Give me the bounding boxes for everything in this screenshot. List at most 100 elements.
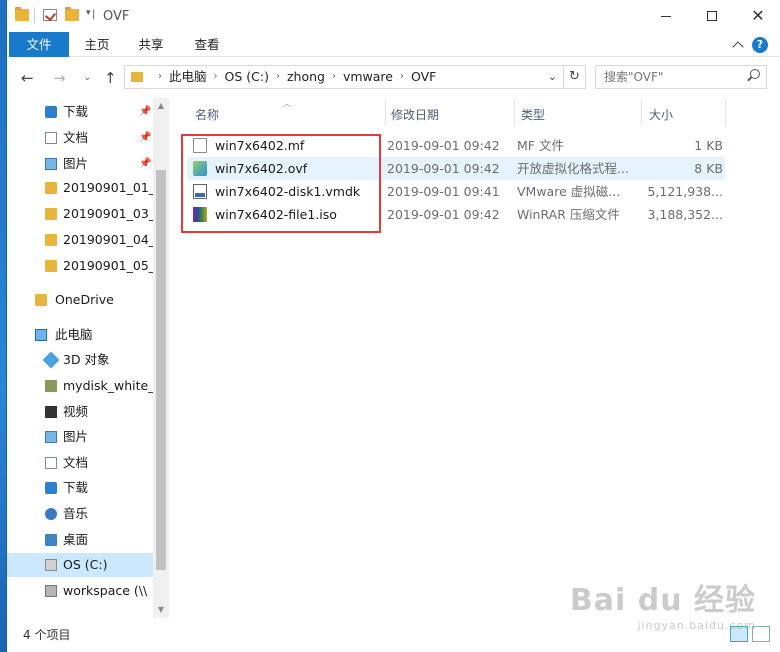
folder-icon bbox=[45, 208, 57, 220]
file-date: 2019-09-01 09:41 bbox=[387, 184, 500, 199]
breadcrumb-ovf[interactable]: OVF bbox=[411, 66, 436, 88]
tab-file[interactable]: 文件 bbox=[9, 32, 69, 57]
address-dropdown-icon[interactable]: ⌄ bbox=[548, 70, 557, 83]
column-divider[interactable] bbox=[514, 100, 515, 126]
table-row[interactable]: win7x6402-disk1.vmdk 2019-09-01 09:41 VMwa… bbox=[187, 180, 725, 203]
forward-arrow-icon[interactable]: → bbox=[53, 69, 66, 87]
file-name: win7x6402-disk1.vmdk bbox=[215, 184, 361, 199]
sidebar-item[interactable]: 20190901_05_ bbox=[7, 254, 153, 278]
properties-icon[interactable] bbox=[43, 9, 57, 21]
sidebar-item[interactable]: 文档 bbox=[7, 451, 153, 475]
breadcrumb-separator-icon[interactable]: › bbox=[151, 66, 169, 88]
sidebar-item[interactable]: 20190901_03_ bbox=[7, 202, 153, 226]
sidebar-item[interactable]: OneDrive bbox=[7, 288, 153, 312]
breadcrumb-separator-icon[interactable]: › bbox=[207, 66, 225, 88]
pc-icon bbox=[35, 329, 47, 341]
search-input[interactable] bbox=[596, 66, 736, 88]
close-button[interactable]: ✕ bbox=[735, 0, 780, 32]
collapse-ribbon-icon[interactable] bbox=[732, 41, 744, 53]
help-icon[interactable]: ? bbox=[752, 37, 768, 53]
network-drive-icon bbox=[45, 585, 57, 597]
scroll-thumb[interactable] bbox=[156, 170, 166, 570]
sidebar-item-label: mydisk_white_ bbox=[63, 378, 153, 393]
breadcrumb-os-c[interactable]: OS (C:) bbox=[225, 66, 269, 88]
column-divider[interactable] bbox=[725, 100, 726, 126]
drive-icon bbox=[45, 559, 57, 571]
sidebar-item[interactable]: 20190901_04_ bbox=[7, 228, 153, 252]
sidebar-item-label: OS (C:) bbox=[63, 557, 108, 572]
breadcrumb-separator-icon[interactable]: › bbox=[393, 66, 411, 88]
title-bar: ▾ | OVF ✕ bbox=[7, 0, 780, 32]
new-folder-icon[interactable] bbox=[65, 7, 79, 21]
sidebar-item[interactable]: 下载 bbox=[7, 476, 153, 500]
tab-share[interactable]: 共享 bbox=[127, 32, 175, 57]
sidebar-item[interactable]: 下载 📌 bbox=[7, 100, 153, 124]
table-row[interactable]: win7x6402.ovf 2019-09-01 09:42 开放虚拟化格式程...… bbox=[187, 157, 725, 180]
column-divider[interactable] bbox=[385, 100, 386, 126]
sidebar-item[interactable]: mydisk_white_ bbox=[7, 374, 153, 398]
maximize-button[interactable] bbox=[689, 0, 735, 32]
table-row[interactable]: win7x6402-file1.iso 2019-09-01 09:42 WinRA… bbox=[187, 203, 725, 226]
sidebar-scrollbar[interactable]: ▲ ▼ bbox=[153, 98, 169, 618]
breadcrumb-separator-icon[interactable]: › bbox=[269, 66, 287, 88]
tab-view[interactable]: 查看 bbox=[183, 32, 231, 57]
back-arrow-icon[interactable]: ← bbox=[21, 69, 34, 87]
sidebar-item-label: 视频 bbox=[63, 404, 89, 419]
up-arrow-icon[interactable]: ↑ bbox=[104, 69, 117, 87]
close-icon: ✕ bbox=[751, 6, 765, 25]
ribbon-tabs: 文件 主页 共享 查看 ? bbox=[7, 32, 780, 57]
column-header-size[interactable]: 大小 bbox=[649, 98, 719, 128]
scroll-up-icon[interactable]: ▲ bbox=[153, 98, 169, 114]
sidebar-item[interactable]: workspace (\\ bbox=[7, 579, 153, 603]
3d-objects-icon bbox=[42, 351, 60, 369]
file-list: ︿ 名称 修改日期 类型 大小 win7x6402.mf 2019-09-01 0… bbox=[169, 98, 780, 618]
breadcrumb-vmware[interactable]: vmware bbox=[343, 66, 393, 88]
file-name: win7x6402.ovf bbox=[215, 161, 308, 176]
address-bar[interactable]: › 此电脑 › OS (C:) › zhong › vmware › OVF ⌄… bbox=[124, 65, 586, 89]
column-divider[interactable] bbox=[641, 100, 642, 126]
sidebar-item[interactable]: 文档 📌 bbox=[7, 126, 153, 150]
sidebar-item[interactable]: 图片 bbox=[7, 425, 153, 449]
music-icon bbox=[45, 508, 57, 520]
pin-icon[interactable]: 📌 bbox=[139, 126, 151, 150]
customize-quick-access-icon[interactable]: ▾ bbox=[86, 8, 91, 18]
sidebar-item-label: 桌面 bbox=[63, 532, 89, 547]
search-icon[interactable] bbox=[746, 69, 760, 83]
sidebar-item[interactable]: 此电脑 bbox=[7, 323, 153, 347]
file-date: 2019-09-01 09:42 bbox=[387, 207, 500, 222]
tab-home[interactable]: 主页 bbox=[73, 32, 121, 57]
scroll-down-icon[interactable]: ▼ bbox=[153, 602, 169, 618]
pin-icon[interactable]: 📌 bbox=[139, 100, 151, 124]
pin-icon[interactable]: 📌 bbox=[139, 152, 151, 176]
column-header-type[interactable]: 类型 bbox=[521, 98, 631, 128]
sidebar-item-label: OneDrive bbox=[55, 292, 114, 307]
table-row[interactable]: win7x6402.mf 2019-09-01 09:42 MF 文件 1 KB bbox=[187, 134, 725, 157]
mf-file-icon bbox=[193, 138, 207, 153]
file-size: 5,121,938... bbox=[647, 184, 723, 199]
breadcrumb-zhong[interactable]: zhong bbox=[287, 66, 325, 88]
sidebar-item-label: 下载 bbox=[63, 480, 89, 495]
sidebar-item[interactable]: 图片 📌 bbox=[7, 152, 153, 176]
download-icon bbox=[45, 106, 57, 118]
minimize-button[interactable] bbox=[643, 0, 689, 32]
sidebar-item[interactable]: 桌面 bbox=[7, 528, 153, 552]
sidebar-item[interactable]: 20190901_01_ bbox=[7, 176, 153, 200]
sidebar-item[interactable]: 3D 对象 bbox=[7, 348, 153, 372]
navigation-bar: ← → ⌄ ↑ › 此电脑 › OS (C:) › zhong › vmware… bbox=[7, 58, 780, 98]
onedrive-icon bbox=[35, 294, 47, 306]
sidebar-item[interactable]: 视频 bbox=[7, 400, 153, 424]
search-box[interactable] bbox=[595, 65, 767, 89]
refresh-icon[interactable]: ↻ bbox=[563, 66, 585, 88]
large-icons-view-icon[interactable] bbox=[752, 626, 770, 642]
column-header-name[interactable]: 名称 bbox=[195, 98, 375, 128]
sidebar-item[interactable]: 音乐 bbox=[7, 502, 153, 526]
details-view-icon[interactable] bbox=[730, 626, 748, 642]
breadcrumb-separator-icon[interactable]: › bbox=[325, 66, 343, 88]
recent-locations-chevron-icon[interactable]: ⌄ bbox=[83, 72, 91, 83]
file-size: 8 KB bbox=[694, 161, 723, 176]
breadcrumb-this-pc[interactable]: 此电脑 bbox=[169, 66, 207, 88]
sidebar-item-label: 3D 对象 bbox=[63, 352, 110, 367]
sidebar-item[interactable]: OS (C:) bbox=[7, 553, 153, 577]
column-header-date[interactable]: 修改日期 bbox=[391, 98, 511, 128]
video-icon bbox=[45, 406, 57, 418]
